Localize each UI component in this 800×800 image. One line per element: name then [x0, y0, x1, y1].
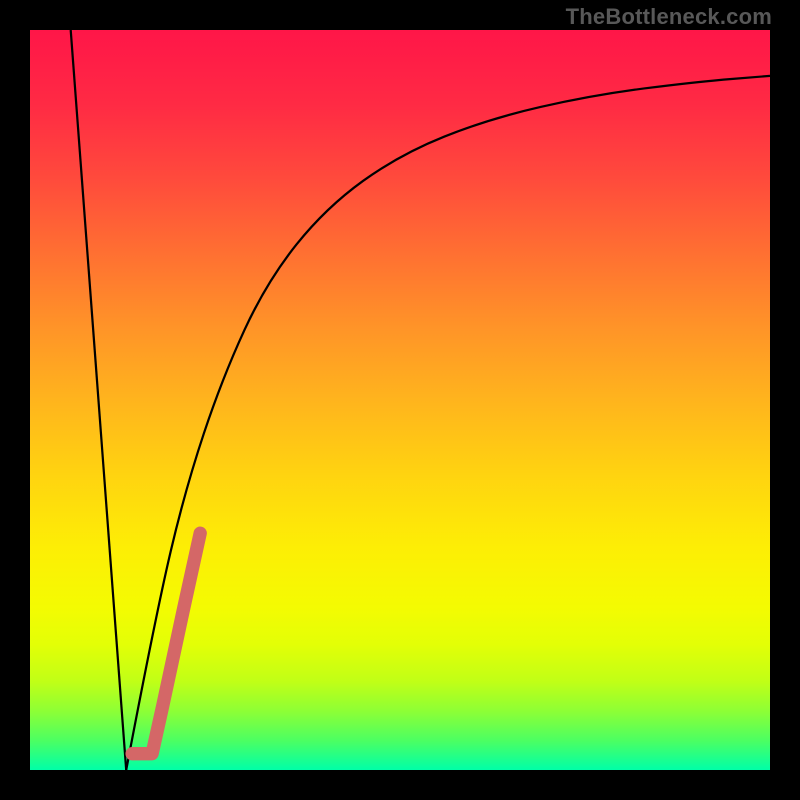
chart-plot-area [30, 30, 770, 770]
watermark-label: TheBottleneck.com [566, 4, 772, 30]
gradient-background [30, 30, 770, 770]
chart-svg [30, 30, 770, 770]
chart-frame: TheBottleneck.com [0, 0, 800, 800]
